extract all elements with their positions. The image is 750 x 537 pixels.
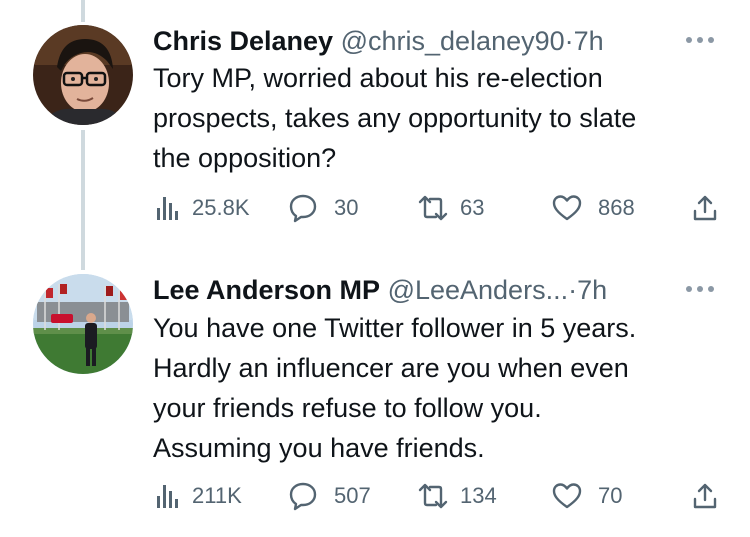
like-count: 70 — [598, 483, 623, 508]
tweet[interactable]: Chris Delaney @chris_delaney90·7h Tory M… — [0, 0, 750, 262]
author-name[interactable]: Chris Delaney — [153, 26, 333, 56]
tweet-text-line: the opposition? — [153, 143, 337, 173]
tweet-text-line: Tory MP, worried about his re-election — [153, 63, 603, 93]
retweet-count: 63 — [460, 195, 485, 220]
author-handle[interactable]: @chris_delaney90 — [341, 26, 565, 56]
tweet-header: Lee Anderson MP @LeeAnders...·7h — [153, 274, 607, 306]
tweet[interactable]: Lee Anderson MP @LeeAnders...·7h You hav… — [0, 262, 750, 537]
more-icon[interactable] — [686, 286, 716, 294]
tweet-text-line: You have one Twitter follower in 5 years… — [153, 313, 637, 343]
views-icon — [157, 485, 178, 508]
more-icon[interactable] — [686, 37, 716, 45]
retweet-button[interactable]: 134 — [416, 478, 497, 514]
avatar[interactable] — [33, 274, 133, 374]
separator: · — [564, 26, 574, 56]
share-icon — [693, 195, 717, 221]
reply-button[interactable]: 507 — [288, 478, 371, 514]
avatar[interactable] — [33, 25, 133, 125]
retweet-button[interactable]: 63 — [416, 190, 484, 226]
views-count: 211K — [192, 483, 242, 508]
like-icon — [552, 195, 582, 221]
views-button[interactable]: 211K — [154, 478, 242, 514]
tweet-text-line: your friends refuse to follow you. — [153, 393, 542, 423]
share-button[interactable] — [690, 478, 720, 514]
author-name[interactable]: Lee Anderson MP — [153, 275, 380, 305]
reply-button[interactable]: 30 — [288, 190, 358, 226]
like-count: 868 — [598, 195, 635, 220]
reply-count: 30 — [334, 195, 359, 220]
tweet-text: You have one Twitter follower in 5 years… — [153, 308, 723, 468]
tweet-text-line: Hardly an influencer are you when even — [153, 353, 629, 383]
author-handle[interactable]: @LeeAnders... — [388, 275, 569, 305]
retweet-icon — [418, 195, 448, 221]
views-count: 25.8K — [192, 195, 250, 220]
tweet-actions: 211K 507 134 70 — [0, 478, 750, 514]
tweet-text: Tory MP, worried about his re-election p… — [153, 58, 723, 178]
retweet-icon — [418, 483, 448, 509]
separator: · — [568, 275, 578, 305]
reply-icon — [289, 482, 317, 511]
views-button[interactable]: 25.8K — [154, 190, 250, 226]
timestamp[interactable]: 7h — [577, 275, 607, 305]
like-icon — [552, 483, 582, 509]
reply-count: 507 — [334, 483, 371, 508]
like-button[interactable]: 868 — [552, 190, 635, 226]
views-icon — [157, 197, 178, 220]
like-button[interactable]: 70 — [552, 478, 622, 514]
retweet-count: 134 — [460, 483, 497, 508]
tweet-text-line: Assuming you have friends. — [153, 433, 485, 463]
timestamp[interactable]: 7h — [574, 26, 604, 56]
tweet-actions: 25.8K 30 63 868 — [0, 190, 750, 226]
tweet-text-line: prospects, takes any opportunity to slat… — [153, 103, 637, 133]
reply-icon — [289, 194, 317, 223]
share-icon — [693, 483, 717, 509]
tweet-header: Chris Delaney @chris_delaney90·7h — [153, 25, 604, 57]
share-button[interactable] — [690, 190, 720, 226]
